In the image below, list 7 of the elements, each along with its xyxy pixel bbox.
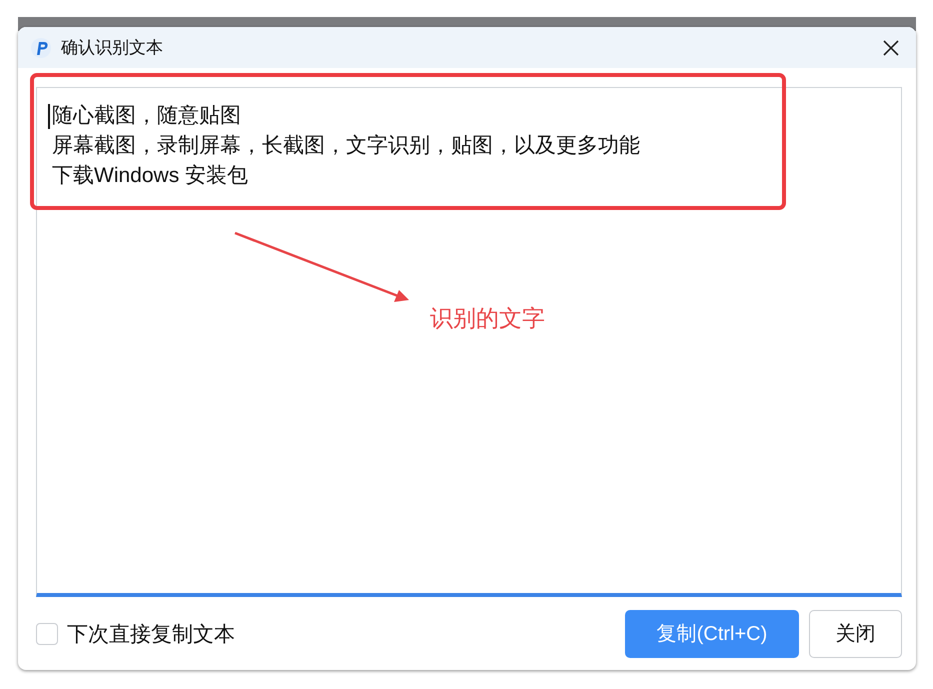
recognized-text: 随心截图，随意贴图 屏幕截图，录制屏幕，长截图，文字识别，贴图，以及更多功能 下载Windows 安装包 [52, 103, 640, 189]
close-button[interactable]: 关闭 [809, 610, 902, 658]
checkbox[interactable] [36, 622, 58, 644]
app-icon [30, 36, 52, 58]
window-title: 确认识别文本 [61, 37, 164, 59]
checkbox-label: 下次直接复制文本 [67, 622, 235, 648]
annotation-label: 识别的文字 [430, 304, 545, 333]
